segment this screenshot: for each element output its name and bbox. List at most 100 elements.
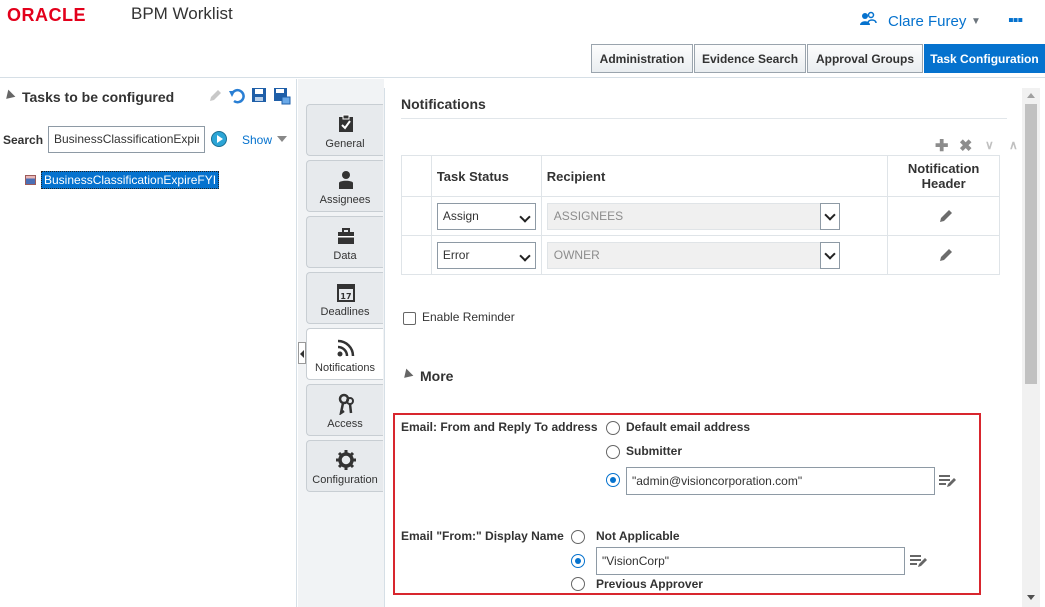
tab-administration[interactable]: Administration xyxy=(591,44,693,73)
search-input-value: BusinessClassificationExpir xyxy=(54,132,199,146)
recipient-dropdown-button[interactable] xyxy=(819,202,840,230)
config-tabs: General Assignees Data 17 Deadlines Noti… xyxy=(298,79,384,607)
search-input[interactable]: BusinessClassificationExpir xyxy=(48,126,205,153)
keys-icon xyxy=(335,393,357,415)
show-menu[interactable]: Show xyxy=(242,133,272,147)
section-title: Notifications xyxy=(401,96,486,112)
submitter-label: Submitter xyxy=(626,444,683,458)
tab-general[interactable]: General xyxy=(306,104,383,156)
person-icon xyxy=(335,169,357,191)
tab-general-label: General xyxy=(325,138,365,150)
email-from-reply-label: Email: From and Reply To address xyxy=(401,420,598,434)
previous-approver-radio[interactable] xyxy=(571,577,585,591)
more-section-header[interactable]: More xyxy=(420,368,453,384)
recipient-value: ASSIGNEES xyxy=(553,209,624,223)
move-down-icon[interactable]: ∨ xyxy=(985,138,994,152)
pencil-icon[interactable] xyxy=(938,247,954,263)
tab-assignees-label: Assignees xyxy=(319,194,371,206)
column-header-recipient: Recipient xyxy=(540,155,889,197)
recipient-field: OWNER xyxy=(546,241,840,269)
task-status-select[interactable]: Error xyxy=(436,241,536,269)
tab-configuration-label: Configuration xyxy=(312,474,378,486)
pencil-icon[interactable] xyxy=(938,208,954,224)
scroll-up-arrow-icon[interactable] xyxy=(1027,93,1035,98)
recipient-dropdown-button[interactable] xyxy=(819,241,840,269)
default-email-radio[interactable] xyxy=(606,421,620,435)
row-selector[interactable] xyxy=(401,196,432,236)
tab-approval-groups[interactable]: Approval Groups xyxy=(807,44,923,73)
table-row[interactable]: Assign ASSIGNEES xyxy=(401,196,1000,236)
table-row[interactable]: Error OWNER xyxy=(401,235,1000,275)
expression-editor-icon[interactable] xyxy=(909,553,927,569)
search-go-button[interactable] xyxy=(211,131,227,147)
not-applicable-radio[interactable] xyxy=(571,530,585,544)
display-name-input[interactable]: "VisionCorp" xyxy=(596,547,905,575)
notification-header-line2: Header xyxy=(921,176,966,191)
save-as-icon[interactable] xyxy=(273,87,291,105)
divider xyxy=(401,118,1007,119)
svg-text:17: 17 xyxy=(340,292,351,301)
tab-deadlines-label: Deadlines xyxy=(320,306,370,318)
task-icon xyxy=(25,175,36,185)
tab-configuration[interactable]: Configuration xyxy=(306,440,383,492)
email-display-name-label: Email "From:" Display Name xyxy=(401,529,564,543)
submitter-radio[interactable] xyxy=(606,445,620,459)
notifications-table: Task Status Recipient Notification Heade… xyxy=(401,155,1000,275)
row-selector[interactable] xyxy=(401,235,432,275)
tab-assignees[interactable]: Assignees xyxy=(306,160,383,212)
tab-data[interactable]: Data xyxy=(306,216,383,268)
collapse-triangle-icon[interactable] xyxy=(400,368,414,382)
notification-header-line1: Notification xyxy=(907,161,980,176)
notifications-panel: Notifications ✚ ✖ ∨ ∧ Task Status Recipi… xyxy=(384,88,1022,607)
tab-task-configuration[interactable]: Task Configuration xyxy=(924,44,1045,73)
scroll-down-arrow-icon[interactable] xyxy=(1027,595,1035,600)
rss-icon xyxy=(335,337,357,359)
user-switch-icon[interactable] xyxy=(859,10,877,28)
table-header-row: Task Status Recipient Notification Heade… xyxy=(401,155,1000,197)
scrollbar-thumb[interactable] xyxy=(1025,104,1037,384)
tab-data-label: Data xyxy=(333,250,357,262)
expression-editor-icon[interactable] xyxy=(938,473,956,489)
user-menu[interactable]: Clare Furey xyxy=(888,13,966,30)
recipient-value: OWNER xyxy=(553,248,600,262)
calendar-icon: 17 xyxy=(335,281,357,303)
not-applicable-label: Not Applicable xyxy=(596,529,680,543)
custom-email-radio[interactable] xyxy=(606,473,620,487)
tab-evidence-search[interactable]: Evidence Search xyxy=(694,44,806,73)
more-options-icon[interactable]: ▪▪▪ xyxy=(1008,12,1023,30)
collapse-triangle-icon[interactable] xyxy=(2,89,16,103)
previous-approver-label: Previous Approver xyxy=(596,577,703,591)
gear-icon xyxy=(335,449,357,471)
enable-reminder-checkbox[interactable] xyxy=(403,312,416,325)
enable-reminder-label: Enable Reminder xyxy=(422,310,515,324)
splitter-collapse-handle[interactable] xyxy=(298,342,306,364)
chevron-down-icon[interactable] xyxy=(277,136,287,142)
task-status-select[interactable]: Assign xyxy=(436,202,536,230)
chevron-down-icon[interactable]: ▼ xyxy=(971,16,981,27)
default-email-label: Default email address xyxy=(626,420,751,434)
custom-display-name-radio[interactable] xyxy=(571,554,585,568)
tab-deadlines[interactable]: 17 Deadlines xyxy=(306,272,383,324)
recipient-field: ASSIGNEES xyxy=(546,202,840,230)
column-header-notification-header: Notification Header xyxy=(887,155,1000,197)
save-icon[interactable] xyxy=(251,87,267,103)
tab-notifications[interactable]: Notifications xyxy=(306,328,383,380)
add-icon[interactable]: ✚ xyxy=(935,136,948,156)
tasks-pane: Tasks to be configured Search BusinessCl… xyxy=(0,79,297,607)
undo-icon[interactable] xyxy=(228,87,246,105)
tab-access-label: Access xyxy=(327,418,363,430)
checklist-icon xyxy=(335,113,357,135)
delete-icon[interactable]: ✖ xyxy=(959,136,972,156)
custom-email-input[interactable]: "admin@visioncorporation.com" xyxy=(626,467,935,495)
app-header: ORACLE BPM Worklist Clare Furey ▼ ▪▪▪ Ad… xyxy=(0,0,1045,78)
edit-icon[interactable] xyxy=(207,88,223,104)
vertical-scrollbar[interactable] xyxy=(1022,88,1040,607)
tasks-pane-title: Tasks to be configured xyxy=(22,89,175,105)
tab-access[interactable]: Access xyxy=(306,384,383,436)
briefcase-icon xyxy=(335,225,357,247)
search-label: Search xyxy=(3,133,44,147)
column-header-task-status: Task Status xyxy=(430,155,542,197)
oracle-logo: ORACLE xyxy=(7,5,86,25)
move-up-icon[interactable]: ∧ xyxy=(1009,138,1018,152)
tree-node-task[interactable]: BusinessClassificationExpireFYI xyxy=(41,171,220,189)
